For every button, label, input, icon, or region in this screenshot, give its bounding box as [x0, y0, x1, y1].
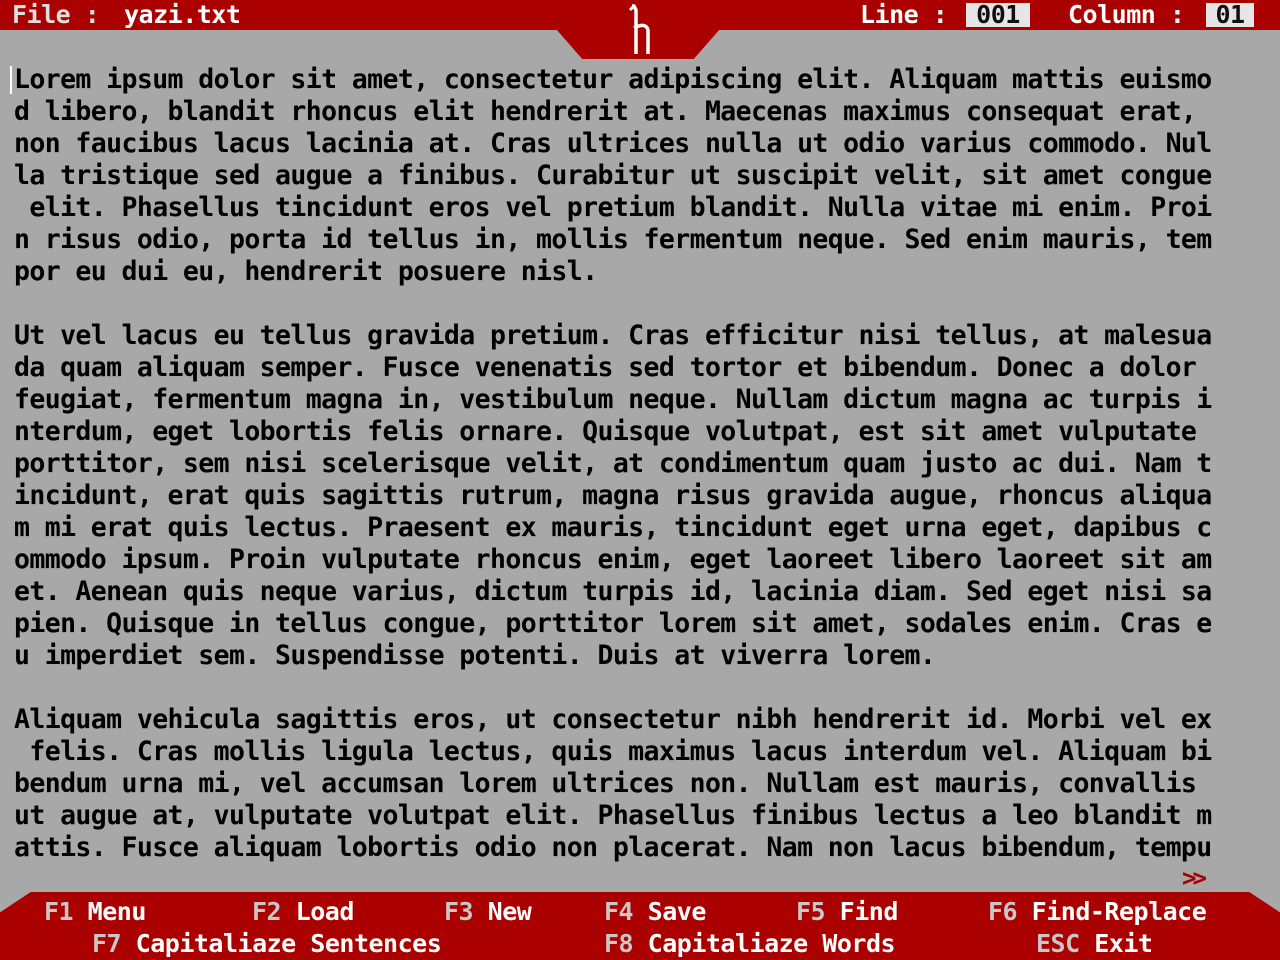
line-number-value: 001 [966, 2, 1030, 27]
line-label: Line : [860, 0, 948, 29]
text-line: bendum urna mi, vel accumsan lorem ultri… [14, 768, 1197, 799]
fkey-key-label: F4 [604, 897, 634, 926]
fkey-capitaliaze-sentences-button[interactable]: F7 Capitaliaze Sentences [92, 928, 442, 960]
fkey-action-label: Find [839, 897, 899, 926]
text-line: m mi erat quis lectus. Praesent ex mauri… [14, 512, 1212, 543]
text-line: non faucibus lacus lacinia at. Cras ultr… [14, 128, 1212, 159]
text-line: d libero, blandit rhoncus elit hendrerit… [14, 96, 1197, 127]
fkey-menu-button[interactable]: F1 Menu [44, 896, 146, 928]
text-line: la tristique sed augue a finibus. Curabi… [14, 160, 1212, 191]
fkey-key-label: F2 [252, 897, 282, 926]
file-label: File : [12, 0, 100, 29]
fkey-exit-button[interactable]: ESC Exit [1036, 928, 1153, 960]
h-glyph-logo-icon [628, 4, 650, 54]
text-line: incidunt, erat quis sagittis rutrum, mag… [14, 480, 1212, 511]
text-line: Aliquam vehicula sagittis eros, ut conse… [14, 704, 1212, 735]
fkey-key-label: ESC [1036, 929, 1080, 958]
fkey-key-label: F5 [796, 897, 826, 926]
fkey-save-button[interactable]: F4 Save [604, 896, 706, 928]
text-line: Lorem ipsum dolor sit amet, consectetur … [14, 64, 1212, 95]
fkey-action-label: Load [295, 897, 355, 926]
text-cursor [10, 66, 12, 94]
text-line: n risus odio, porta id tellus in, mollis… [14, 224, 1212, 255]
text-line: nterdum, eget lobortis felis ornare. Qui… [14, 416, 1197, 447]
fkey-action-label: New [487, 897, 532, 926]
text-line: por eu dui eu, hendrerit posuere nisl. [14, 256, 598, 287]
fkey-key-label: F1 [44, 897, 74, 926]
more-text-indicator: >> [1182, 864, 1207, 892]
column-label: Column : [1068, 0, 1185, 29]
fkey-load-button[interactable]: F2 Load [252, 896, 354, 928]
text-line: ommodo ipsum. Proin vulputate rhoncus en… [14, 544, 1212, 575]
text-line: Ut vel lacus eu tellus gravida pretium. … [14, 320, 1212, 351]
fkey-capitaliaze-words-button[interactable]: F8 Capitaliaze Words [604, 928, 896, 960]
text-line: da quam aliquam semper. Fusce venenatis … [14, 352, 1197, 383]
fkey-action-label: Capitaliaze Words [647, 929, 896, 958]
fkey-action-label: Save [647, 897, 707, 926]
text-line: feugiat, fermentum magna in, vestibulum … [14, 384, 1212, 415]
column-number-value: 01 [1206, 2, 1254, 27]
text-line: pien. Quisque in tellus congue, porttito… [14, 608, 1212, 639]
fkey-key-label: F3 [444, 897, 474, 926]
text-line: felis. Cras mollis ligula lectus, quis m… [14, 736, 1212, 767]
text-line: elit. Phasellus tincidunt eros vel preti… [14, 192, 1212, 223]
fkey-new-button[interactable]: F3 New [444, 896, 532, 928]
text-line: attis. Fusce aliquam lobortis odio non p… [14, 832, 1212, 863]
fkey-key-label: F8 [604, 929, 634, 958]
text-line: u imperdiet sem. Suspendisse potenti. Du… [14, 640, 936, 671]
fkey-action-label: Capitaliaze Sentences [135, 929, 442, 958]
text-line: porttitor, sem nisi scelerisque velit, a… [14, 448, 1212, 479]
fkey-key-label: F7 [92, 929, 122, 958]
fkey-action-label: Exit [1094, 929, 1153, 958]
text-editor-area[interactable]: Lorem ipsum dolor sit amet, consectetur … [14, 64, 1266, 884]
fkey-find-replace-button[interactable]: F6 Find-Replace [988, 896, 1207, 928]
file-name: yazi.txt [124, 0, 241, 29]
text-line: ut augue at, vulputate volutpat elit. Ph… [14, 800, 1212, 831]
fkey-key-label: F6 [988, 897, 1018, 926]
fkey-action-label: Menu [87, 897, 147, 926]
fkey-find-button[interactable]: F5 Find [796, 896, 898, 928]
fkey-action-label: Find-Replace [1031, 897, 1207, 926]
text-line: et. Aenean quis neque varius, dictum tur… [14, 576, 1212, 607]
